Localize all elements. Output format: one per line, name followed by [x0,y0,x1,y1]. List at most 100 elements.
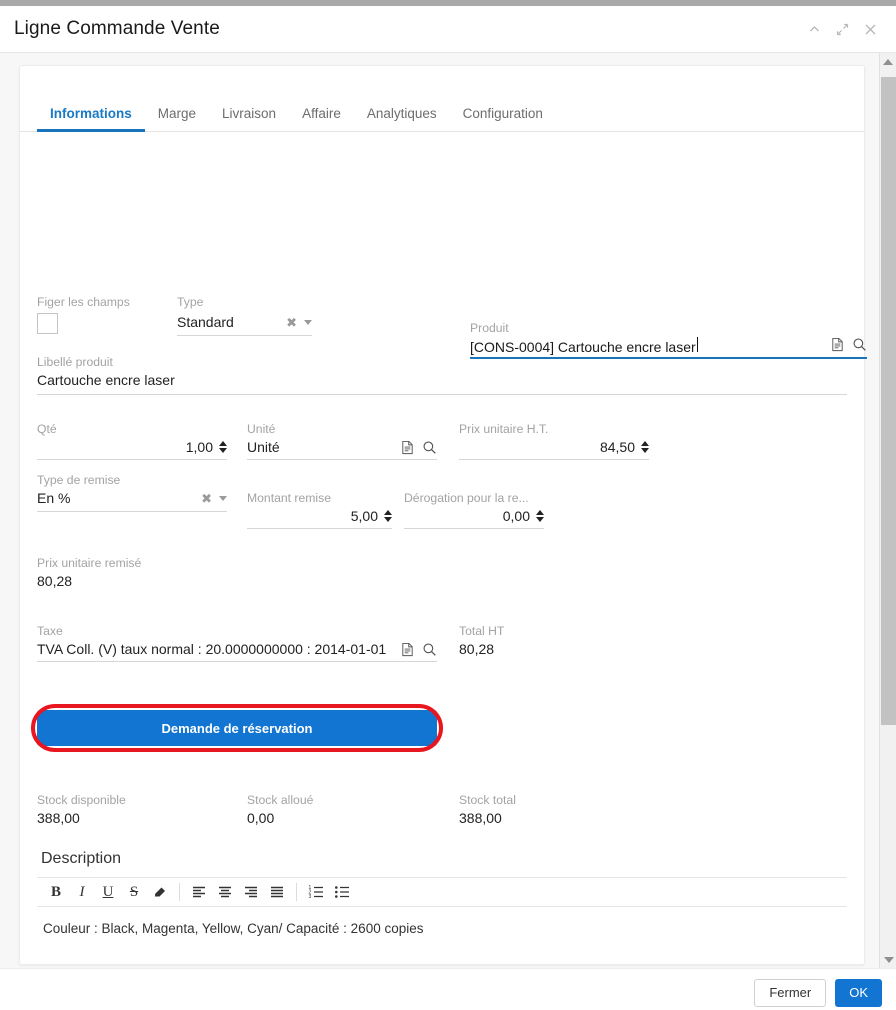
ok-button[interactable]: OK [835,978,882,1007]
field-qte: Qté 1,00 [37,421,227,460]
type-select-icons: ✖ [286,316,312,329]
total-ht-value: 80,28 [459,641,495,657]
field-produit: Produit [CONS-0004] Cartouche encre lase… [470,320,867,359]
unite-label: Unité [247,422,276,436]
eraser-icon[interactable] [147,879,173,905]
libelle-input[interactable]: Cartouche encre laser [37,370,847,395]
field-stock-total: Stock total 388,00 [459,792,659,828]
close-icon[interactable] [863,22,878,37]
type-remise-label: Type de remise [37,473,121,487]
expand-icon[interactable] [835,22,850,37]
clear-icon[interactable]: ✖ [201,492,212,505]
italic-icon[interactable]: I [69,879,95,905]
tab-affaire[interactable]: Affaire [289,100,354,132]
search-icon[interactable] [421,439,437,455]
row-stock: Stock disponible 388,00 Stock alloué 0,0… [37,792,847,828]
fermer-button[interactable]: Fermer [754,978,827,1007]
align-left-icon[interactable] [186,879,212,905]
document-icon[interactable] [399,641,415,657]
total-ht-label: Total HT [459,624,505,638]
field-unite: Unité Unité [247,421,437,460]
scroll-up-arrow[interactable] [880,53,896,70]
prix-unitaire-input[interactable]: 84,50 [459,437,649,460]
chevron-down-icon[interactable] [304,319,312,325]
document-icon[interactable] [399,439,415,455]
bold-icon[interactable]: B [43,879,69,905]
taxe-input[interactable]: TVA Coll. (V) taux normal : 20.000000000… [37,639,437,662]
field-figer: Figer les champs [37,294,177,336]
taxe-label: Taxe [37,624,63,638]
taxe-actions [399,641,437,657]
type-remise-select-icons: ✖ [201,492,227,505]
svg-text:3: 3 [309,894,312,900]
window-title: Ligne Commande Vente [14,18,220,39]
collapse-icon[interactable] [807,22,822,37]
qte-value: 1,00 [185,439,213,455]
ordered-list-icon[interactable]: 123 [303,879,329,905]
field-total-ht: Total HT 80,28 [459,623,639,662]
qte-label: Qté [37,422,57,436]
unordered-list-icon[interactable] [329,879,355,905]
align-right-icon[interactable] [238,879,264,905]
stock-total-label: Stock total [459,793,516,807]
prix-unitaire-label: Prix unitaire H.T. [459,422,549,436]
tab-bar: Informations Marge Livraison Affaire Ana… [20,66,864,132]
form-card: Informations Marge Livraison Affaire Ana… [19,65,867,965]
tab-informations[interactable]: Informations [37,100,145,132]
prix-unitaire-stepper[interactable] [641,441,649,453]
search-icon[interactable] [851,336,867,352]
field-taxe: Taxe TVA Coll. (V) taux normal : 20.0000… [37,623,437,662]
align-center-icon[interactable] [212,879,238,905]
type-value: Standard [177,314,234,330]
tab-livraison[interactable]: Livraison [209,100,289,132]
stock-alloue-label: Stock alloué [247,793,314,807]
qte-input[interactable]: 1,00 [37,437,227,460]
figer-checkbox[interactable] [37,313,58,334]
field-prix-remise: Prix unitaire remisé 80,28 [37,555,847,591]
window-controls [807,22,882,37]
tab-configuration[interactable]: Configuration [450,100,556,132]
derogation-stepper[interactable] [536,510,544,522]
description-title: Description [41,850,122,867]
search-icon[interactable] [421,641,437,657]
row-taxe-total: Taxe TVA Coll. (V) taux normal : 20.0000… [37,623,847,662]
document-icon[interactable] [829,336,845,352]
tab-analytiques[interactable]: Analytiques [354,100,450,132]
scrollbar-thumb[interactable] [881,77,896,725]
type-remise-value: En % [37,490,71,506]
prix-unitaire-value: 84,50 [599,439,635,455]
editor-toolbar: B I U S 1 2 3 [37,877,847,907]
text-caret [696,336,698,352]
underline-icon[interactable]: U [95,879,121,905]
libelle-value: Cartouche encre laser [37,372,175,388]
vertical-scrollbar[interactable] [879,53,896,968]
window-titlebar: Ligne Commande Vente [0,6,896,53]
field-type-remise: Type de remise En % ✖ [37,472,227,529]
align-justify-icon[interactable] [264,879,290,905]
montant-remise-input[interactable]: 5,00 [247,506,392,529]
derogation-value: 0,00 [502,508,530,524]
field-stock-alloue: Stock alloué 0,00 [247,792,459,828]
stock-disponible-value: 388,00 [37,810,80,826]
qte-stepper[interactable] [219,441,227,453]
stock-alloue-value: 0,00 [247,810,275,826]
chevron-down-icon[interactable] [219,495,227,501]
scroll-down-arrow[interactable] [880,951,896,968]
type-remise-select[interactable]: En % ✖ [37,488,227,512]
clear-icon[interactable]: ✖ [286,316,297,329]
tab-marge[interactable]: Marge [145,100,209,132]
taxe-value: TVA Coll. (V) taux normal : 20.000000000… [37,641,387,657]
strikethrough-icon[interactable]: S [121,879,147,905]
description-text[interactable]: Couleur : Black, Magenta, Yellow, Cyan/ … [37,907,847,950]
row-qte-unite-prix: Qté 1,00 Unité Unité Prix unitaire H.T. … [37,421,847,460]
field-prix-unitaire: Prix unitaire H.T. 84,50 [459,421,649,460]
type-select[interactable]: Standard ✖ [177,312,312,336]
unite-input[interactable]: Unité [247,437,437,460]
derogation-input[interactable]: 0,00 [404,506,544,529]
demande-reservation-button[interactable]: Demande de réservation [37,710,437,746]
montant-remise-stepper[interactable] [384,510,392,522]
